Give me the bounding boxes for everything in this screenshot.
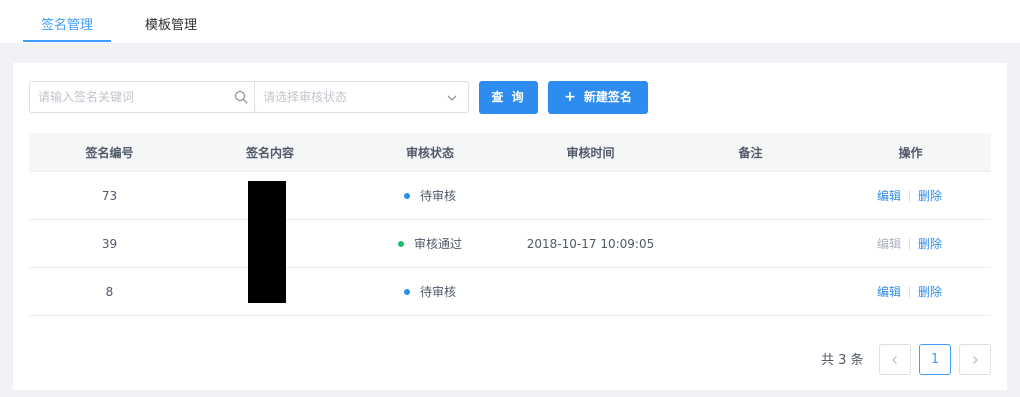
action-divider [908,237,910,250]
redaction-block [248,181,286,303]
cell-id: 8 [105,285,114,299]
cell-time [510,172,671,219]
keyword-search-placeholder: 请输入签名关键词 [38,90,135,104]
tab-template-management[interactable]: 模板管理 [127,0,215,43]
page-number-button[interactable]: 1 [919,344,951,375]
plus-icon: + [564,89,576,105]
header-id: 签名编号 [85,146,134,160]
table-row: 8 材 待审核 编辑删除 [29,268,991,316]
edit-link[interactable]: 编辑 [877,189,901,203]
status-dot-icon [403,288,410,295]
cell-status: 待审核 [350,268,510,315]
cell-remark [671,172,830,219]
status-select[interactable]: 请选择审核状态 [254,81,469,113]
action-divider [908,285,910,298]
cell-id: 73 [101,189,118,203]
prev-page-button[interactable] [879,344,911,375]
cell-status: 待审核 [350,172,510,219]
cell-actions: 编辑 删除 [830,268,991,315]
active-tab-indicator [23,40,111,42]
delete-link[interactable]: 删除 [918,189,942,203]
header-remark: 备注 [738,146,763,160]
tab-signature-management[interactable]: 签名管理 [23,0,111,43]
keyword-search-input[interactable]: 请输入签名关键词 [29,81,257,113]
new-signature-button[interactable]: + 新建签名 [548,81,648,114]
query-button[interactable]: 查 询 [479,81,538,114]
search-icon[interactable] [234,90,248,104]
cell-actions: 编辑 删除 [830,172,991,219]
cell-actions: 编辑 删除 [830,220,991,267]
status-text: 待审核 [419,285,456,299]
status-select-placeholder: 请选择审核状态 [263,90,348,104]
cell-time: 2018-10-17 10:09:05 [526,237,655,251]
signature-table: 签名编号 签名内容 审核状态 审核时间 备注 操作 73 工 材 待审核 编辑删… [29,133,991,316]
next-page-button[interactable] [959,344,991,375]
header-content: 签名内容 [245,146,294,160]
new-signature-label: 新建签名 [583,90,632,104]
delete-link[interactable]: 删除 [918,237,942,251]
edit-link[interactable]: 编辑 [877,237,901,251]
chevron-down-icon [447,95,457,101]
cell-remark [671,268,830,315]
cell-time [510,268,671,315]
cell-id: 39 [101,237,118,251]
header-status: 审核状态 [405,146,454,160]
action-divider [908,189,910,202]
main-card: 请输入签名关键词 请选择审核状态 查 询 + 新建签名 签名编号 签名内容 审核状… [13,63,1007,390]
status-text: 审核通过 [413,237,462,251]
delete-link[interactable]: 删除 [918,285,942,299]
status-dot-icon [397,240,404,247]
table-header: 签名编号 签名内容 审核状态 审核时间 备注 操作 [29,133,991,172]
chevron-left-icon [892,355,897,364]
chevron-right-icon [973,355,978,364]
header-time: 审核时间 [566,146,615,160]
tab-bar: 签名管理 模板管理 [0,0,1020,43]
header-actions: 操作 [898,146,923,160]
status-dot-icon [403,192,410,199]
table-row: 39 材 审核通过 2018-10-17 10:09:05 编辑删除 [29,220,991,268]
status-text: 待审核 [419,189,456,203]
edit-link[interactable]: 编辑 [877,285,901,299]
cell-status: 审核通过 [350,220,510,267]
table-row: 73 工 材 待审核 编辑删除 [29,172,991,220]
pagination-total: 共 3 条 [821,353,864,368]
cell-remark [671,220,830,267]
